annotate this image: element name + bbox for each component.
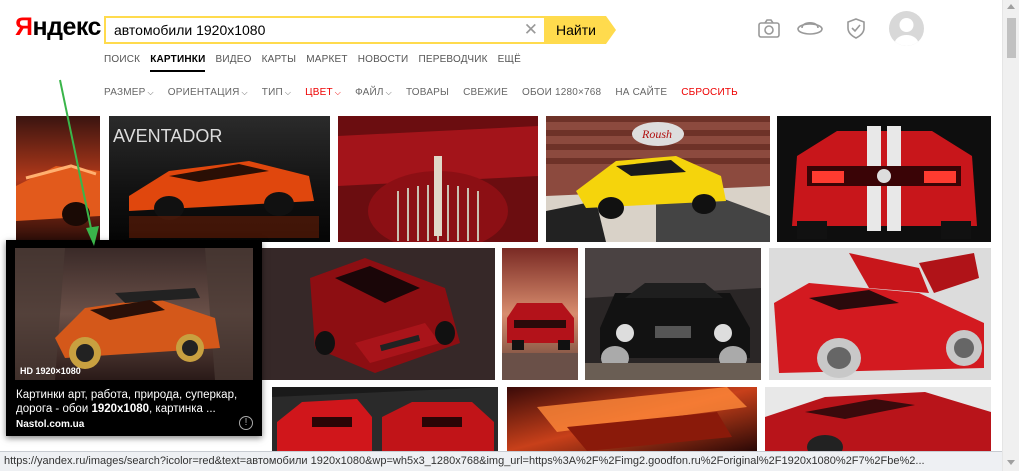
filter-color[interactable]: ЦВЕТ ⌵ (305, 87, 341, 98)
chevron-down-icon: ⌵ (284, 88, 292, 97)
yandex-logo[interactable]: Яндекс (15, 13, 101, 42)
logo-letter: Я (15, 13, 33, 41)
aventador-caption: AVENTADOR (113, 126, 222, 146)
search-input[interactable] (114, 22, 514, 38)
disk-icon[interactable] (796, 16, 824, 40)
tab-search[interactable]: ПОИСК (104, 54, 140, 72)
chevron-down-icon: ⌵ (334, 88, 342, 97)
search-button[interactable]: Найти (546, 16, 606, 44)
chevron-down-icon: ⌵ (385, 88, 392, 97)
filter-bar: РАЗМЕР ⌵ ОРИЕНТАЦИЯ ⌵ ТИП ⌵ ЦВЕТ ⌵ ФАЙЛ ⌵ ТОВ… (104, 87, 738, 98)
info-icon[interactable]: ! (239, 416, 253, 430)
preview-site[interactable]: Nastol.com.ua (16, 419, 84, 430)
filter-size[interactable]: РАЗМЕР ⌵ (104, 87, 154, 98)
preview-title[interactable]: Картинки арт, работа, природа, суперкар,… (16, 388, 256, 416)
scroll-thumb[interactable] (1007, 18, 1016, 58)
car-image-10[interactable] (272, 387, 498, 451)
tab-video[interactable]: ВИДЕО (215, 54, 251, 72)
car-image-9[interactable] (769, 248, 991, 380)
filter-type[interactable]: ТИП ⌵ (262, 87, 291, 98)
tab-images[interactable]: КАРТИНКИ (150, 54, 206, 72)
scroll-down-icon[interactable] (1007, 460, 1015, 465)
car-image-12[interactable] (765, 387, 991, 451)
service-tabs: ПОИСК КАРТИНКИ ВИДЕО КАРТЫ МАРКЕТ НОВОСТ… (104, 54, 521, 72)
filter-orientation[interactable]: ОРИЕНТАЦИЯ ⌵ (168, 87, 248, 98)
logo-text: ндекс (32, 13, 101, 41)
filter-type-label: ТИП (261, 87, 283, 98)
filter-wallpapers[interactable]: ОБОИ 1280×768 (522, 87, 601, 98)
car-image-1[interactable] (16, 116, 100, 242)
car-image-11[interactable] (507, 387, 757, 451)
avatar[interactable] (889, 11, 924, 46)
chevron-down-icon: ⌵ (147, 88, 154, 97)
filter-size-label: РАЗМЕР (104, 87, 146, 98)
car-image-6[interactable] (255, 248, 495, 380)
search-box: ✕ (104, 16, 546, 44)
roush-caption: Roush (641, 127, 672, 141)
tab-maps[interactable]: КАРТЫ (262, 54, 297, 72)
filter-file[interactable]: ФАЙЛ ⌵ (355, 87, 392, 98)
filter-reset[interactable]: СБРОСИТЬ (681, 87, 738, 98)
scrollbar[interactable] (1002, 0, 1019, 471)
filter-orientation-label: ОРИЕНТАЦИЯ (167, 87, 240, 98)
search-bar: ✕ Найти (104, 16, 616, 44)
chevron-down-icon: ⌵ (241, 88, 248, 97)
preview-title-part2: , картинка ... (149, 403, 216, 415)
car-image-2[interactable]: AVENTADOR (109, 116, 330, 242)
filter-goods[interactable]: ТОВАРЫ (406, 87, 449, 98)
preview-title-bold: 1920x1080 (91, 403, 150, 415)
image-preview-card[interactable]: HD 1920×1080 Картинки арт, работа, приро… (6, 240, 262, 436)
shield-icon[interactable] (842, 16, 870, 40)
car-image-4[interactable]: Roush (546, 116, 770, 242)
close-icon[interactable]: ✕ (524, 21, 538, 39)
tab-translator[interactable]: ПЕРЕВОДЧИК (418, 54, 487, 72)
camera-icon[interactable] (755, 16, 783, 40)
tab-more[interactable]: ЕЩЁ (498, 54, 521, 72)
car-image-5[interactable] (777, 116, 991, 242)
car-image-3[interactable] (338, 116, 538, 242)
filter-color-label: ЦВЕТ (305, 87, 333, 98)
filter-fresh[interactable]: СВЕЖИЕ (463, 87, 508, 98)
status-bar-url: https://yandex.ru/images/search?icolor=r… (0, 451, 1002, 471)
filter-file-label: ФАЙЛ (355, 87, 384, 98)
car-image-7[interactable] (502, 248, 578, 380)
filter-on-site[interactable]: НА САЙТЕ (615, 87, 667, 98)
tab-news[interactable]: НОВОСТИ (358, 54, 409, 72)
car-image-13[interactable] (15, 248, 253, 380)
scroll-up-icon[interactable] (1007, 4, 1015, 9)
resolution-badge: HD 1920×1080 (20, 366, 81, 376)
tab-market[interactable]: МАРКЕТ (306, 54, 347, 72)
car-image-8[interactable] (585, 248, 761, 380)
search-button-tip[interactable] (606, 16, 616, 44)
